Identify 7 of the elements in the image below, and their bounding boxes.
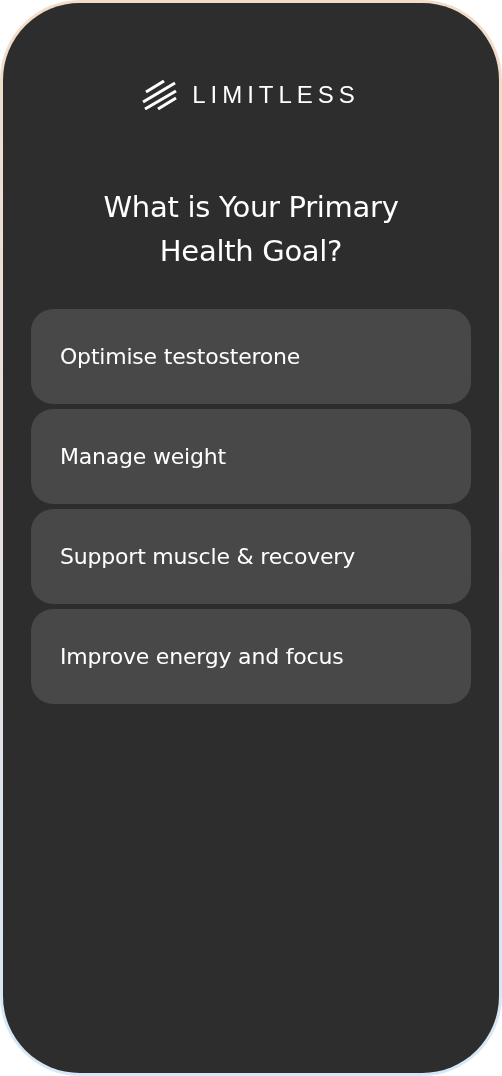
answer-option[interactable]: Optimise testosterone bbox=[31, 309, 471, 404]
question-title: What is Your Primary Health Goal? bbox=[102, 189, 400, 270]
answer-option[interactable]: Support muscle & recovery bbox=[31, 509, 471, 604]
answer-option[interactable]: Manage weight bbox=[31, 409, 471, 504]
brand-name: LIMITLESS bbox=[192, 83, 360, 107]
logo-icon bbox=[142, 80, 179, 110]
answer-option[interactable]: Improve energy and focus bbox=[31, 609, 471, 704]
